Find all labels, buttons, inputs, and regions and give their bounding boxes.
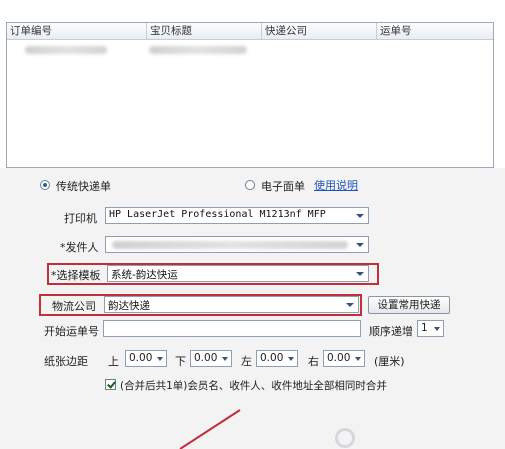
annotation-arrow-line bbox=[179, 409, 241, 449]
print-dialog: 订单编号 宝贝标题 快递公司 运单号 传统快递单 电子面单 使用说明 打印机 H… bbox=[0, 0, 505, 449]
watermark-logo-icon bbox=[335, 428, 355, 448]
